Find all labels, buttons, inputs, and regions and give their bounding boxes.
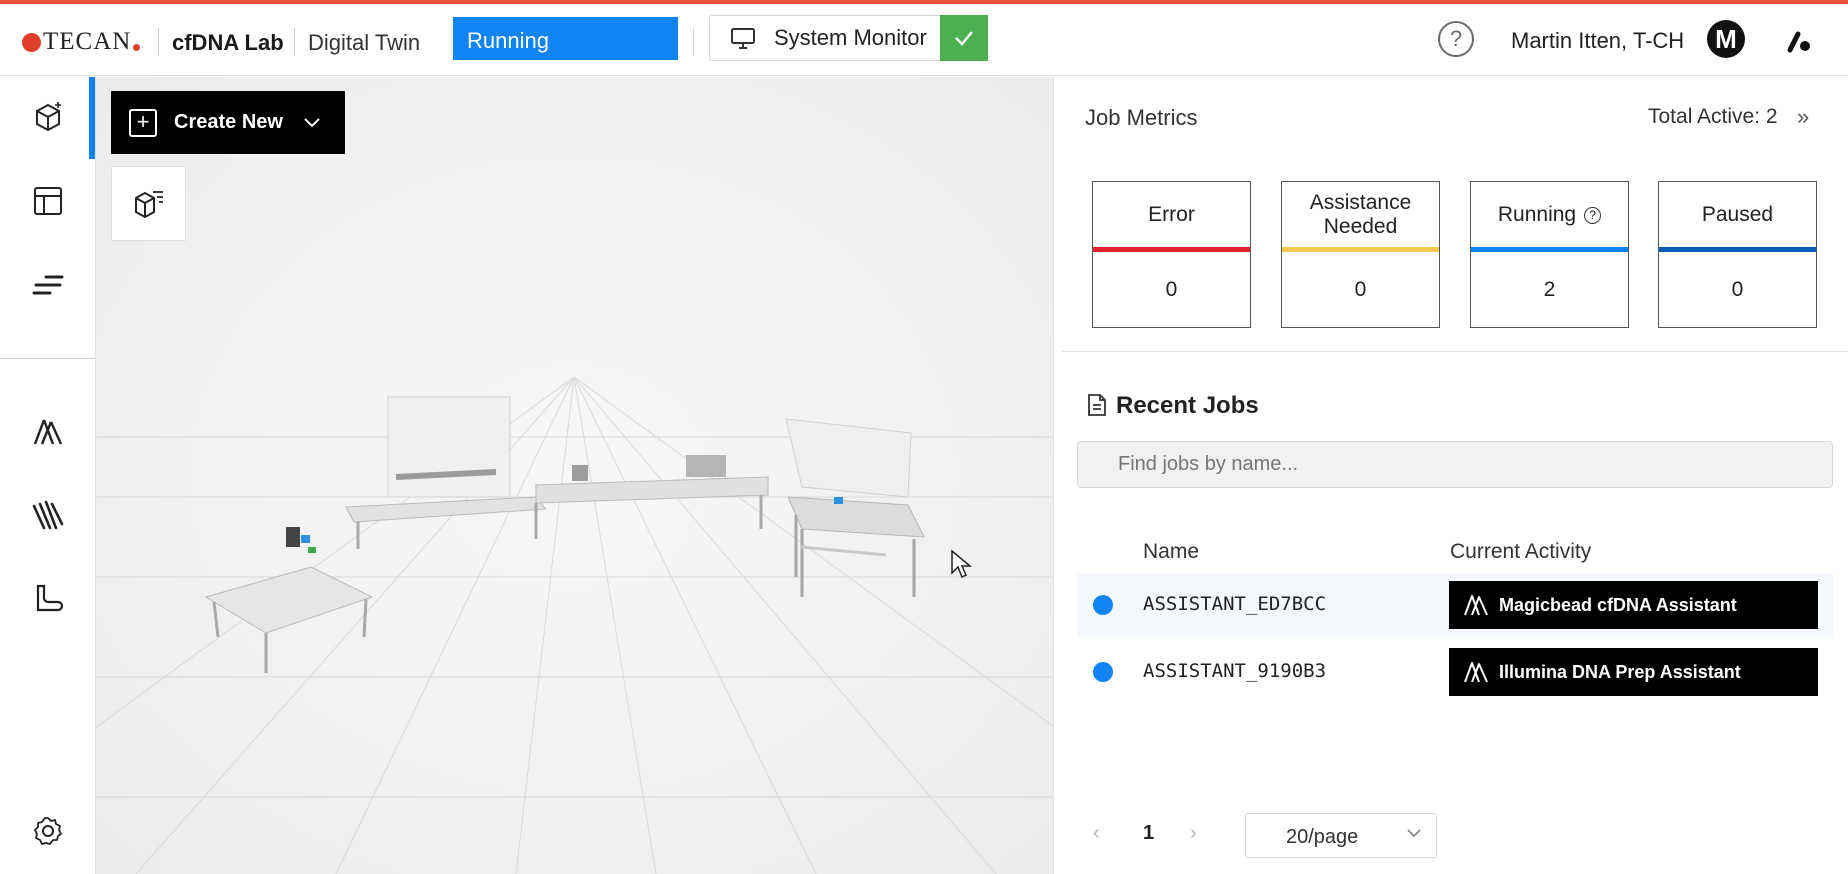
assistant-logo-icon (1464, 662, 1488, 683)
wave-lines-icon (32, 500, 64, 530)
create-new-button[interactable]: + Create New (111, 91, 345, 154)
activity-badge[interactable]: Magicbead cfDNA Assistant (1449, 581, 1818, 629)
sidebar-item-devices[interactable] (28, 579, 68, 619)
lab-name: cfDNA Lab (172, 30, 284, 55)
system-monitor-button[interactable]: System Monitor (709, 15, 988, 61)
system-monitor-label: System Monitor (774, 25, 927, 50)
column-header-activity: Current Activity (1450, 540, 1592, 563)
job-search-input[interactable] (1077, 441, 1833, 488)
info-icon[interactable]: ? (1584, 206, 1602, 224)
system-status-indicator[interactable] (940, 15, 988, 61)
job-name[interactable]: ASSISTANT_ED7BCC (1143, 593, 1326, 615)
sidebar (0, 77, 96, 874)
brand-mark-icon[interactable] (1784, 26, 1814, 56)
sidebar-item-assistants[interactable] (28, 411, 68, 451)
chevron-down-icon (304, 117, 320, 127)
metric-card-error[interactable]: Error 0 (1092, 181, 1251, 328)
logo-dot (133, 44, 141, 51)
sidebar-item-layout[interactable] (28, 181, 68, 221)
logo-dot (22, 32, 41, 52)
lines-icon (32, 275, 64, 295)
header-divider (294, 28, 295, 56)
metric-value: 2 (1543, 278, 1556, 301)
sidebar-item-waves[interactable] (28, 495, 68, 535)
metric-value: 0 (1731, 278, 1744, 301)
active-view-indicator (89, 77, 95, 159)
object-list-button[interactable] (111, 166, 186, 241)
header-divider (158, 28, 159, 56)
lab-floor-grid (96, 376, 1053, 874)
table-row[interactable]: ASSISTANT_ED7BCC Magicbead cfDNA Assista… (1077, 573, 1833, 637)
sidebar-divider (0, 358, 95, 359)
total-active-link[interactable]: Total Active: 2 (1648, 105, 1778, 129)
job-name[interactable]: ASSISTANT_9190B3 (1143, 660, 1326, 682)
check-icon (955, 31, 973, 46)
assistant-logo-icon (1464, 595, 1488, 616)
metric-color-bar (1282, 247, 1439, 252)
cube-sparkle-icon (36, 102, 61, 132)
lab-bench-right[interactable] (785, 418, 925, 597)
sidebar-item-digital-twin[interactable] (28, 97, 68, 137)
job-metrics-title: Job Metrics (1085, 105, 1198, 130)
metric-card-paused[interactable]: Paused 0 (1658, 181, 1817, 328)
recent-jobs-title: Recent Jobs (1116, 392, 1259, 419)
pagination-current-page[interactable]: 1 (1143, 822, 1154, 845)
metric-value: 0 (1165, 278, 1178, 301)
assistant-logo-icon (33, 419, 63, 445)
monitor-icon (731, 28, 755, 49)
panel-divider (1062, 351, 1848, 352)
activity-label: Magicbead cfDNA Assistant (1499, 594, 1737, 615)
metric-label: Assistance Needed (1309, 191, 1412, 238)
view-name: Digital Twin (308, 30, 421, 55)
app-header: TECAN cfDNA Lab Digital Twin Running Sys… (0, 4, 1848, 76)
metric-color-bar (1093, 247, 1250, 252)
avatar[interactable]: M (1707, 20, 1745, 58)
metric-value: 0 (1354, 278, 1367, 301)
metric-label: Paused (1701, 203, 1774, 226)
logo-text: TECAN (43, 28, 132, 55)
chevron-down-icon (1407, 829, 1421, 838)
double-chevron-right-icon[interactable]: » (1797, 104, 1809, 130)
pagination-next-button[interactable]: › (1190, 822, 1197, 845)
sidebar-item-settings[interactable] (28, 811, 68, 851)
lab-bench-left[interactable] (204, 527, 374, 673)
plus-icon: + (129, 108, 157, 137)
pagination-prev-button[interactable]: ‹ (1093, 822, 1100, 845)
status-dot (1093, 595, 1113, 615)
metric-color-bar (1659, 247, 1816, 252)
gear-icon (34, 817, 62, 845)
tecan-logo[interactable]: TECAN (22, 28, 141, 56)
header-divider (693, 28, 694, 56)
metric-label-wrap: Running? (1471, 182, 1628, 248)
sidebar-item-jobs[interactable] (28, 265, 68, 305)
cube-list-icon (134, 190, 163, 218)
help-icon[interactable]: ? (1438, 21, 1474, 57)
metric-label: Running (1497, 203, 1577, 226)
page-size-value: 20/page (1286, 826, 1359, 848)
activity-label: Illumina DNA Prep Assistant (1499, 661, 1741, 682)
table-row[interactable]: ASSISTANT_9190B3 Illumina DNA Prep Assis… (1077, 640, 1833, 704)
column-header-name: Name (1143, 540, 1200, 563)
metric-card-assistance-needed[interactable]: Assistance Needed 0 (1281, 181, 1440, 328)
document-icon (1088, 394, 1106, 416)
activity-badge[interactable]: Illumina DNA Prep Assistant (1449, 648, 1818, 696)
layout-icon (34, 187, 62, 215)
metric-label: Error (1148, 203, 1195, 226)
metric-color-bar (1471, 247, 1628, 252)
mouse-cursor-icon (951, 549, 972, 579)
create-new-label: Create New (174, 111, 283, 133)
user-name[interactable]: Martin Itten, T-CH (1511, 28, 1684, 54)
digital-twin-viewport[interactable] (96, 77, 1053, 874)
boot-icon (36, 584, 64, 612)
status-dot (1093, 662, 1113, 682)
run-status-button[interactable]: Running (453, 17, 678, 60)
page-size-select[interactable]: 20/page (1245, 813, 1437, 858)
metric-card-running[interactable]: Running? 2 (1470, 181, 1629, 328)
